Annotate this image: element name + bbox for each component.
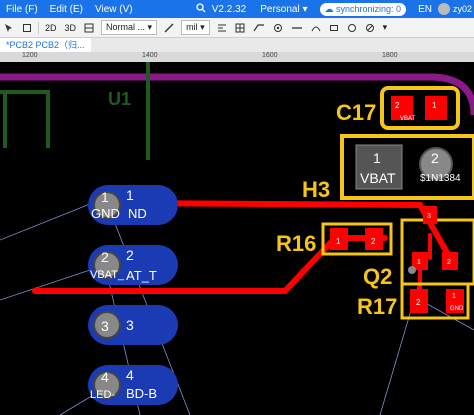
q2-pad-num: 3: [427, 213, 431, 220]
document-tab-bar: *PCB2 PCB2（归...: [0, 38, 474, 52]
q2-designator: Q2: [363, 264, 392, 289]
menu-view[interactable]: View (V): [89, 4, 139, 15]
circle-icon[interactable]: [343, 18, 361, 37]
h3-component: [340, 134, 474, 200]
search-icon[interactable]: [190, 2, 212, 16]
line-icon[interactable]: [287, 18, 307, 37]
ruler-tick: 1400: [142, 52, 158, 59]
r17-pad-num: 1: [452, 293, 456, 300]
menu-bar: File (F) Edit (E) View (V) V2.2.32 Perso…: [0, 0, 474, 18]
align-icon[interactable]: [213, 18, 231, 37]
horizontal-ruler: 1200 1400 1600 1800: [0, 52, 474, 62]
view-3d-button[interactable]: 3D: [61, 18, 81, 37]
edition-label: Personal: [260, 3, 300, 15]
version-label: V2.2.32: [211, 3, 247, 15]
pin-net: ND: [128, 206, 147, 221]
c17-pad-num: 2: [395, 101, 400, 110]
unit-select[interactable]: mil ▾: [181, 20, 210, 35]
route-icon[interactable]: [249, 18, 269, 37]
r17-pad-net: GND: [450, 306, 464, 312]
ruler-tick: 1800: [382, 52, 398, 59]
unit-value: mil: [186, 22, 198, 32]
rectangle-icon[interactable]: [325, 18, 343, 37]
via-icon[interactable]: [269, 18, 287, 37]
pin-number: 3: [101, 318, 109, 334]
menu-file[interactable]: File (F): [0, 4, 44, 15]
sync-status-badge[interactable]: ☁ synchronizing: 0: [319, 2, 407, 16]
user-name[interactable]: zy02: [453, 4, 472, 14]
cloud-icon: ☁: [324, 3, 334, 14]
c17-pad-num: 1: [432, 101, 437, 110]
pin-net: BD-B: [126, 386, 157, 401]
select-tool-icon[interactable]: [0, 18, 18, 37]
pin-number: 2: [101, 249, 109, 265]
curve-icon[interactable]: [307, 18, 325, 37]
r16-designator: R16: [276, 231, 316, 256]
h3-designator: H3: [302, 177, 330, 202]
r16-pad-num: 2: [371, 237, 376, 246]
menu-edit[interactable]: Edit (E): [44, 4, 89, 15]
ruler-tick: 1200: [22, 52, 38, 59]
r17-designator: R17: [357, 294, 397, 319]
pan-tool-icon[interactable]: [18, 18, 36, 37]
u1-designator: U1: [108, 89, 131, 109]
pin-number: 4: [126, 367, 134, 383]
h3-pad-num: 1: [373, 150, 381, 166]
q2-pad-num: 1: [417, 259, 421, 266]
ruler-tick: 1600: [262, 52, 278, 59]
pin-net: VBAT_: [90, 269, 125, 281]
language-button[interactable]: EN: [412, 4, 438, 15]
q2-pad-num: 2: [447, 259, 451, 266]
pin-net: AT_T: [126, 268, 157, 283]
pin-number: 4: [101, 369, 109, 385]
pin-number: 2: [126, 247, 134, 263]
c17-designator: C17: [336, 100, 376, 125]
edition-dropdown[interactable]: Personal ▾: [254, 4, 313, 15]
forbidden-icon[interactable]: [361, 18, 379, 37]
r16-pad-num: 1: [336, 237, 341, 246]
avatar[interactable]: [437, 3, 450, 15]
pin-number: 1: [101, 189, 109, 205]
r17-component: 2 1 GND: [400, 282, 470, 320]
h3-pad-net: VBAT: [360, 170, 396, 186]
r17-pad-num: 2: [416, 298, 421, 307]
ruler-icon[interactable]: [160, 18, 178, 37]
pin-net: GND: [91, 206, 120, 221]
h3-pad-num: 2: [431, 150, 439, 166]
q2-component: 3 1 2: [400, 206, 474, 286]
sync-status-label: synchronizing: 0: [336, 3, 402, 14]
layer-mode-select[interactable]: Normal ... ▾: [101, 20, 158, 35]
view-2d-button[interactable]: 2D: [41, 18, 61, 37]
pin-net: LED-: [90, 389, 115, 401]
layer-mode-value: Normal ...: [106, 22, 146, 32]
layer-icon[interactable]: [80, 18, 98, 37]
via[interactable]: [408, 266, 416, 274]
toolbar: 2D 3D Normal ... ▾ mil ▾ ▾: [0, 18, 474, 38]
chevron-down-icon[interactable]: ▾: [379, 18, 392, 37]
c17-component: 2 VBAT 1: [380, 86, 460, 130]
c17-pad-net: VBAT: [400, 116, 416, 122]
pcb-canvas[interactable]: U1 1 1 GND ND 2 2 VBAT_ AT_T 3 3 4 4 LED…: [0, 62, 474, 415]
tab-pcb2[interactable]: *PCB2 PCB2（归...: [0, 38, 91, 52]
grid-icon[interactable]: [231, 18, 249, 37]
pin-number: 3: [126, 317, 134, 333]
h3-pad-net: $1N1384: [420, 173, 461, 184]
pin-number: 1: [126, 187, 134, 203]
